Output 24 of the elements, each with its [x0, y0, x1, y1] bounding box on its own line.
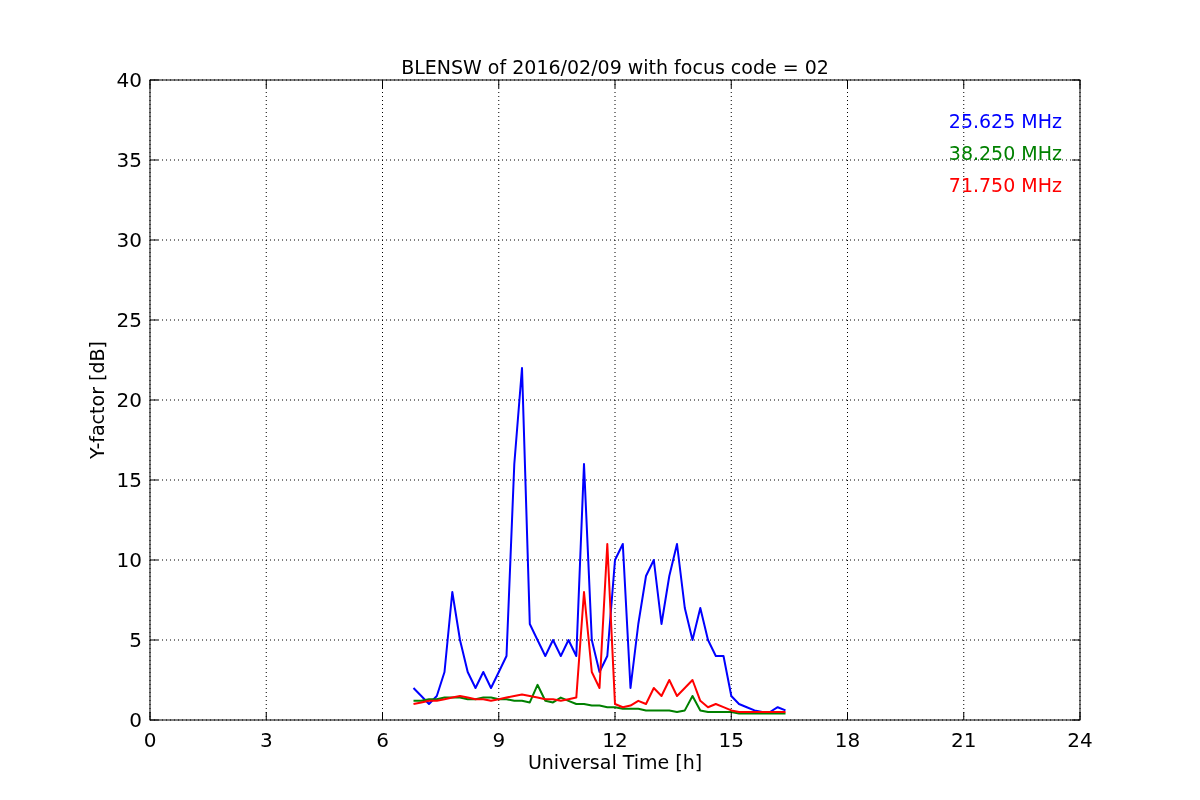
x-tick-label: 15 — [718, 728, 744, 752]
y-tick-label: 20 — [116, 388, 142, 412]
legend-label: 25.625 MHz — [948, 110, 1062, 132]
x-tick-label: 3 — [259, 728, 273, 752]
legend-label: 38.250 MHz — [948, 142, 1062, 164]
y-tick-label: 5 — [129, 628, 142, 652]
x-tick-label: 24 — [1067, 728, 1093, 752]
x-axis-label: Universal Time [h] — [527, 751, 703, 773]
x-tick-label: 6 — [376, 728, 389, 752]
y-tick-label: 30 — [116, 228, 142, 252]
y-tick-label: 40 — [116, 68, 142, 92]
legend-label: 71.750 MHz — [948, 174, 1062, 196]
y-tick-label: 0 — [129, 708, 142, 732]
y-tick-label: 25 — [116, 308, 142, 332]
x-tick-label: 0 — [143, 728, 157, 752]
y-tick-label: 35 — [116, 148, 142, 172]
x-tick-label: 21 — [951, 728, 977, 752]
x-tick-label: 9 — [492, 728, 506, 752]
x-tick-label: 12 — [602, 728, 628, 752]
chart-title: BLENSW of 2016/02/09 with focus code = 02 — [401, 56, 829, 78]
y-tick-label: 15 — [116, 468, 142, 492]
y-axis-label: Y-factor [dB] — [86, 341, 108, 459]
y-tick-label: 10 — [116, 548, 142, 572]
x-tick-label: 18 — [834, 728, 861, 752]
